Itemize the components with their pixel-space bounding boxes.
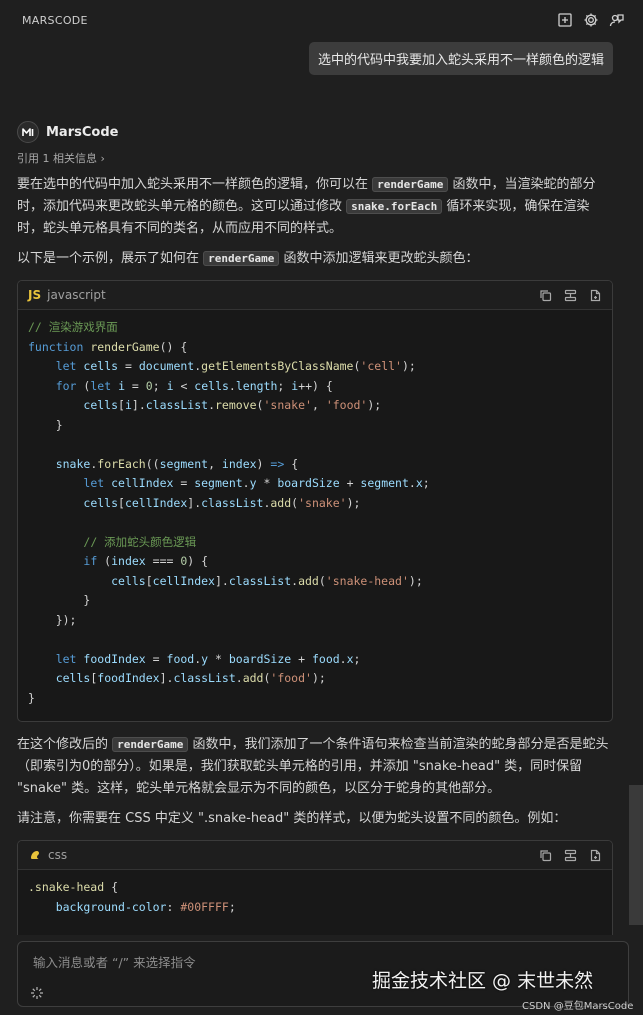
feedback-icon[interactable] [609,12,625,28]
code-content-css[interactable]: .snake-head { background-color: #00FFFF; [18,870,612,921]
code-block-header: css [18,841,612,870]
code-language: css [28,848,67,862]
watermark: 掘金技术社区 @ 末世未然 [372,970,594,992]
code-language: JS javascript [28,288,106,302]
assistant-message: MarsCode 引用 1 相关信息 › 要在选中的代码中加入蛇头采用不一样颜色… [17,120,613,935]
reference-label: 引用 1 相关信息 [17,152,97,165]
chat-scroll-area[interactable]: 选中的代码中我要加入蛇头采用不一样颜色的逻辑 MarsCode 引用 1 相关信… [0,40,643,935]
header-actions [557,12,625,28]
new-file-icon[interactable] [589,289,602,302]
inline-code: renderGame [112,737,189,752]
reference-link[interactable]: 引用 1 相关信息 › [17,150,613,166]
panel-header: MARSCODE [0,0,643,40]
answer-paragraph-3: 在这个修改后的 renderGame 函数中，我们添加了一个条件语句来检查当前渲… [17,734,613,800]
code-language-label: css [48,848,68,862]
answer-paragraph-4: 请注意，你需要在 CSS 中定义 ".snake-head" 类的样式，以便为蛇… [17,811,567,826]
inline-code: snake.forEach [346,199,443,214]
answer-paragraph-2: 以下是一个示例，展示了如何在 renderGame 函数中添加逻辑来更改蛇头颜色… [17,248,613,270]
chat-input[interactable] [31,954,335,971]
panel-title: MARSCODE [22,13,88,27]
code-content-javascript[interactable]: // 渲染游戏界面 function renderGame() { let ce… [18,310,612,712]
user-message: 选中的代码中我要加入蛇头采用不一样颜色的逻辑 [308,42,613,75]
marscode-logo-icon [17,121,39,143]
new-file-icon[interactable] [589,849,602,862]
chevron-right-icon: › [100,152,105,165]
copy-icon[interactable] [539,289,552,302]
csdn-watermark: CSDN @豆包MarsCode [522,1001,634,1012]
assistant-name: MarsCode [46,124,119,140]
gear-icon[interactable] [583,12,599,28]
code-block-css: css .snake-head { background-color: #00F… [17,840,613,935]
code-block-header: JS javascript [18,281,612,310]
insert-code-icon[interactable] [564,849,577,862]
sparkle-icon[interactable] [30,986,44,1000]
answer-paragraph-1: 要在选中的代码中加入蛇头采用不一样颜色的逻辑，你可以在 renderGame 函… [17,174,613,240]
scrollbar-thumb[interactable] [629,785,643,925]
css-icon [28,848,42,862]
code-actions [539,289,602,302]
text-span: 在这个修改后的 [17,737,113,752]
copy-icon[interactable] [539,849,552,862]
text-span: 要在选中的代码中加入蛇头采用不一样颜色的逻辑，你可以在 [17,177,373,192]
assistant-header: MarsCode [17,120,613,144]
text-span: 以下是一个示例，展示了如何在 [17,251,204,266]
insert-code-icon[interactable] [564,289,577,302]
text-span: 函数中添加逻辑来更改蛇头颜色： [279,251,479,266]
code-actions [539,849,602,862]
code-block-javascript: JS javascript // 渲染游戏界面 function renderG… [17,280,613,722]
inline-code: renderGame [203,251,280,266]
inline-code: renderGame [372,177,449,192]
new-chat-icon[interactable] [557,12,573,28]
code-language-label: javascript [47,288,106,302]
javascript-icon: JS [28,288,42,302]
